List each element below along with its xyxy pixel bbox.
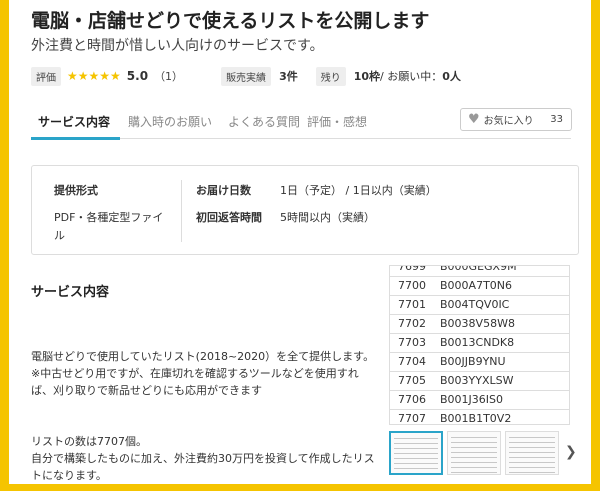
- description-line: 自分で構築したものに加え、外注費約30万円を投資して作成したリス: [31, 452, 375, 465]
- description-line: ば、刈り取りで新品せどりにも応用ができます: [31, 384, 262, 397]
- sales-label: 販売実績: [221, 66, 272, 86]
- description-line: トになります。: [31, 469, 107, 482]
- asin-code: B0038V58W8: [434, 314, 569, 334]
- row-number: 7705: [390, 371, 434, 391]
- format-value-line-2: ル: [54, 229, 65, 242]
- section-title: サービス内容: [31, 285, 110, 300]
- table-row: 7706 B001J36IS0: [390, 390, 569, 410]
- thumbnail-3[interactable]: [505, 431, 559, 475]
- page-subtitle: 外注費と時間が惜しい人向けのサービスです。: [31, 38, 324, 54]
- thumbnail-2[interactable]: [447, 431, 501, 475]
- table-row: 7704 B00JJB9YNU: [390, 352, 569, 372]
- table-row: 7703 B0013CNDK8: [390, 333, 569, 353]
- service-page: 電脳・店舗せどりで使えるリストを公開します 外注費と時間が惜しい人向けのサービス…: [9, 0, 591, 484]
- sales-count: 3件: [279, 70, 298, 83]
- favorite-label: お気に入り: [483, 116, 534, 127]
- heart-icon: ♥: [468, 112, 480, 127]
- description-line: 電脳せどりで使用していたリスト(2018~2020）を全て提供します。: [31, 350, 375, 363]
- requests-count: 0人: [442, 70, 461, 83]
- row-number: 7702: [390, 314, 434, 334]
- star-rating-icon: ★★★★★: [67, 69, 121, 83]
- asin-code: B001J36IS0: [434, 390, 569, 410]
- table-row: 7705 B003YYXLSW: [390, 371, 569, 391]
- tab-reviews[interactable]: 評価・感想: [307, 113, 367, 130]
- row-number: 7699: [390, 266, 434, 277]
- asin-code: B00JJB9YNU: [434, 352, 569, 372]
- list-preview-image[interactable]: 7699 B000GEGX9M 7700 B000A7T0N6 7701 B004TQV0…: [389, 265, 570, 425]
- asin-code: B000A7T0N6: [434, 276, 569, 296]
- asin-code: B0013CNDK8: [434, 333, 569, 353]
- description-line: リストの数は7707個。: [31, 435, 147, 448]
- asin-code: B003YYXLSW: [434, 371, 569, 391]
- chevron-right-icon[interactable]: ❯: [565, 444, 577, 460]
- asin-code: B004TQV0IC: [434, 295, 569, 315]
- image-thumbnails: [389, 431, 559, 475]
- service-info-box: 提供形式 PDF・各種定型ファイ ル お届け日数 1日（予定） / 1日以内（実…: [31, 165, 579, 255]
- remaining-slots: 10枠: [353, 70, 381, 83]
- row-number: 7704: [390, 352, 434, 372]
- review-count[interactable]: （1）: [154, 68, 183, 84]
- info-divider: [181, 180, 182, 242]
- format-value-line-1: PDF・各種定型ファイ: [54, 211, 164, 224]
- description-line: ※中古せどり用ですが、在庫切れを確認するツールなどを使用すれ: [31, 367, 359, 380]
- tab-service-content[interactable]: サービス内容: [38, 113, 110, 130]
- rating-value: 5.0: [126, 69, 149, 83]
- row-number: 7700: [390, 276, 434, 296]
- favorite-button[interactable]: ♥ お気に入り 33: [460, 108, 572, 131]
- page-title: 電脳・店舗せどりで使えるリストを公開します: [31, 10, 430, 32]
- delivery-label: お届け日数: [196, 184, 251, 197]
- response-value: 5時間以内（実績）: [280, 211, 375, 224]
- response-label: 初回返答時間: [196, 211, 262, 224]
- table-row: 7700 B000A7T0N6: [390, 276, 569, 296]
- row-number: 7707: [390, 409, 434, 424]
- format-label: 提供形式: [54, 184, 98, 197]
- list-table: 7699 B000GEGX9M 7700 B000A7T0N6 7701 B004TQV0…: [390, 266, 569, 424]
- active-tab-indicator: [31, 137, 120, 140]
- table-row: 7707 B001B1T0V2: [390, 409, 569, 424]
- tab-faq[interactable]: よくある質問: [228, 113, 300, 130]
- asin-code: B001B1T0V2: [434, 409, 569, 424]
- remaining-label: 残り: [315, 66, 346, 86]
- tab-purchase-requests[interactable]: 購入時のお願い: [128, 113, 212, 130]
- favorite-count: 33: [550, 114, 563, 125]
- requests-text: / お願い中：: [380, 70, 443, 83]
- asin-code: B000GEGX9M: [434, 266, 569, 277]
- service-meta: 評価 ★★★★★ 5.0 （1） 販売実績 3件 残り 10枠 / お願い中： …: [31, 66, 461, 86]
- table-row: 7702 B0038V58W8: [390, 314, 569, 334]
- table-row: 7699 B000GEGX9M: [390, 266, 569, 277]
- table-row: 7701 B004TQV0IC: [390, 295, 569, 315]
- thumbnail-1[interactable]: [389, 431, 443, 475]
- delivery-value: 1日（予定） / 1日以内（実績）: [280, 184, 437, 197]
- row-number: 7701: [390, 295, 434, 315]
- row-number: 7703: [390, 333, 434, 353]
- row-number: 7706: [390, 390, 434, 410]
- rating-label: 評価: [31, 66, 61, 86]
